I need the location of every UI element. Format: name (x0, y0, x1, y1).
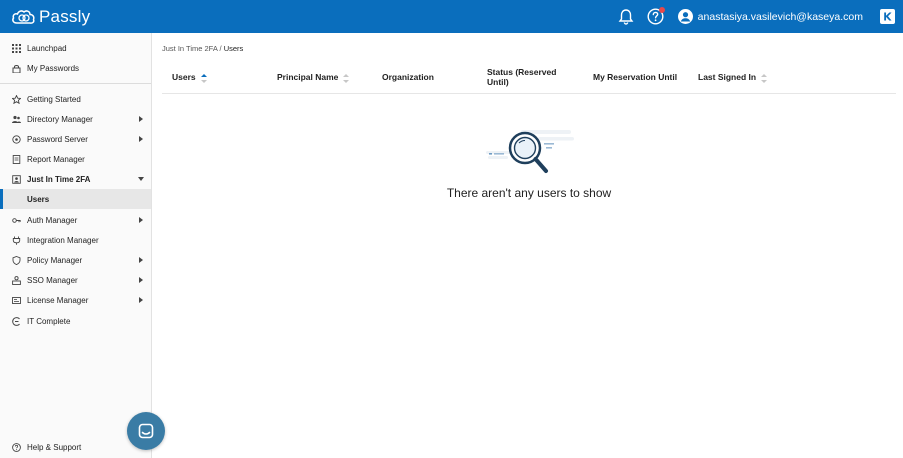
brand-name: Passly (39, 6, 91, 26)
sidebar-item-label: Report Manager (27, 154, 85, 164)
chevron-right-icon (139, 116, 143, 122)
user-icon[interactable] (677, 9, 693, 24)
users-table-header: Users Principal Name Organization Status… (162, 62, 896, 94)
sidebar-item-my-passwords[interactable]: My Passwords (0, 58, 151, 78)
sidebar-item-label: Directory Manager (27, 114, 93, 124)
column-label: Principal Name (277, 72, 339, 83)
column-header-users[interactable]: Users (172, 62, 207, 94)
column-header-status[interactable]: Status (Reserved Until) (487, 62, 567, 94)
sidebar-item-password-server[interactable]: Password Server (0, 129, 151, 149)
help-circle-icon (12, 442, 21, 452)
sidebar-divider (0, 83, 151, 84)
shield-icon (12, 255, 21, 265)
it-complete-icon (12, 316, 20, 326)
sidebar-item-label: Policy Manager (27, 255, 83, 265)
column-label: Last Signed In (698, 72, 757, 83)
chat-launcher-button[interactable] (127, 412, 165, 450)
chevron-right-icon (139, 297, 143, 303)
top-bar: Passly anastasiya.vasilevich@kaseya.com (0, 0, 903, 33)
sort-icon (200, 73, 207, 83)
report-icon (12, 154, 21, 164)
sidebar-item-directory-manager[interactable]: Directory Manager (0, 109, 151, 129)
empty-search-illustration (486, 130, 574, 173)
plug-icon (12, 236, 21, 245)
star-icon (12, 94, 21, 104)
sidebar-item-label: Launchpad (27, 43, 67, 53)
column-label: Status (Reserved Until) (487, 67, 557, 87)
lock-icon (12, 64, 21, 73)
column-label: Organization (382, 72, 434, 83)
sso-icon (12, 275, 21, 285)
sidebar-item-label: Users (27, 194, 50, 204)
sidebar-item-label: Getting Started (27, 94, 81, 104)
sidebar-item-integration-manager[interactable]: Integration Manager (0, 230, 151, 250)
sidebar-item-auth-manager[interactable]: Auth Manager (0, 210, 151, 230)
notification-dot (658, 7, 665, 13)
jit-icon (12, 174, 21, 184)
sidebar-item-label: My Passwords (27, 63, 80, 73)
brand[interactable]: Passly (10, 7, 90, 27)
sidebar-item-label: License Manager (27, 295, 89, 305)
key-icon (12, 217, 21, 223)
sidebar-item-label: Integration Manager (27, 235, 99, 245)
sidebar-item-report-manager[interactable]: Report Manager (0, 149, 151, 169)
column-header-organization[interactable]: Organization (382, 62, 434, 94)
active-indicator (0, 189, 3, 209)
users-icon (12, 115, 21, 123)
column-header-principal-name[interactable]: Principal Name (277, 62, 350, 94)
sidebar-item-sso-manager[interactable]: SSO Manager (0, 270, 151, 290)
help-button[interactable] (647, 7, 665, 25)
breadcrumb-parent[interactable]: Just In Time 2FA (162, 44, 217, 53)
column-header-last-signed-in[interactable]: Last Signed In (698, 62, 768, 94)
sidebar-item-label: Help & Support (27, 442, 82, 452)
column-label: My Reservation Until (593, 72, 678, 83)
sidebar-item-label: Password Server (27, 134, 88, 144)
breadcrumb: Just In Time 2FA / Users (162, 44, 243, 53)
sidebar-item-label: IT Complete (27, 316, 71, 326)
license-icon (12, 296, 21, 304)
column-header-my-reservation-until[interactable]: My Reservation Until (593, 62, 677, 94)
chevron-right-icon (139, 257, 143, 263)
column-label: Users (172, 72, 196, 83)
sidebar-item-label: Just In Time 2FA (27, 174, 91, 184)
sidebar-item-label: Auth Manager (27, 215, 78, 225)
top-actions: anastasiya.vasilevich@kaseya.com (617, 0, 903, 33)
kaseya-logo-icon (884, 12, 892, 21)
bell-icon[interactable] (617, 8, 635, 26)
sort-icon (343, 73, 350, 83)
grid-icon (12, 43, 21, 53)
sidebar-item-license-manager[interactable]: License Manager (0, 290, 151, 310)
server-icon (12, 134, 21, 144)
chevron-right-icon (139, 217, 143, 223)
empty-state-message: There aren't any users to show (446, 186, 612, 200)
sort-icon (761, 73, 768, 83)
chevron-right-icon (139, 277, 143, 283)
sidebar-item-getting-started[interactable]: Getting Started (0, 89, 151, 109)
sidebar-item-it-complete[interactable]: IT Complete (0, 311, 151, 331)
user-email[interactable]: anastasiya.vasilevich@kaseya.com (698, 11, 863, 23)
kaseya-logo[interactable] (880, 9, 895, 24)
chevron-right-icon (139, 136, 143, 142)
passly-logo-icon (12, 9, 35, 24)
sidebar-item-launchpad[interactable]: Launchpad (0, 38, 151, 58)
breadcrumb-current: Users (223, 44, 244, 53)
chat-icon (138, 423, 154, 439)
sidebar-item-label: SSO Manager (27, 275, 78, 285)
sidebar-item-policy-manager[interactable]: Policy Manager (0, 250, 151, 270)
sidebar-item-users[interactable]: Users (0, 189, 151, 209)
chevron-down-icon (138, 177, 144, 181)
sidebar-item-just-in-time-2fa[interactable]: Just In Time 2FA (0, 169, 151, 189)
sidebar: Launchpad My Passwords Getting Started D… (0, 33, 152, 458)
